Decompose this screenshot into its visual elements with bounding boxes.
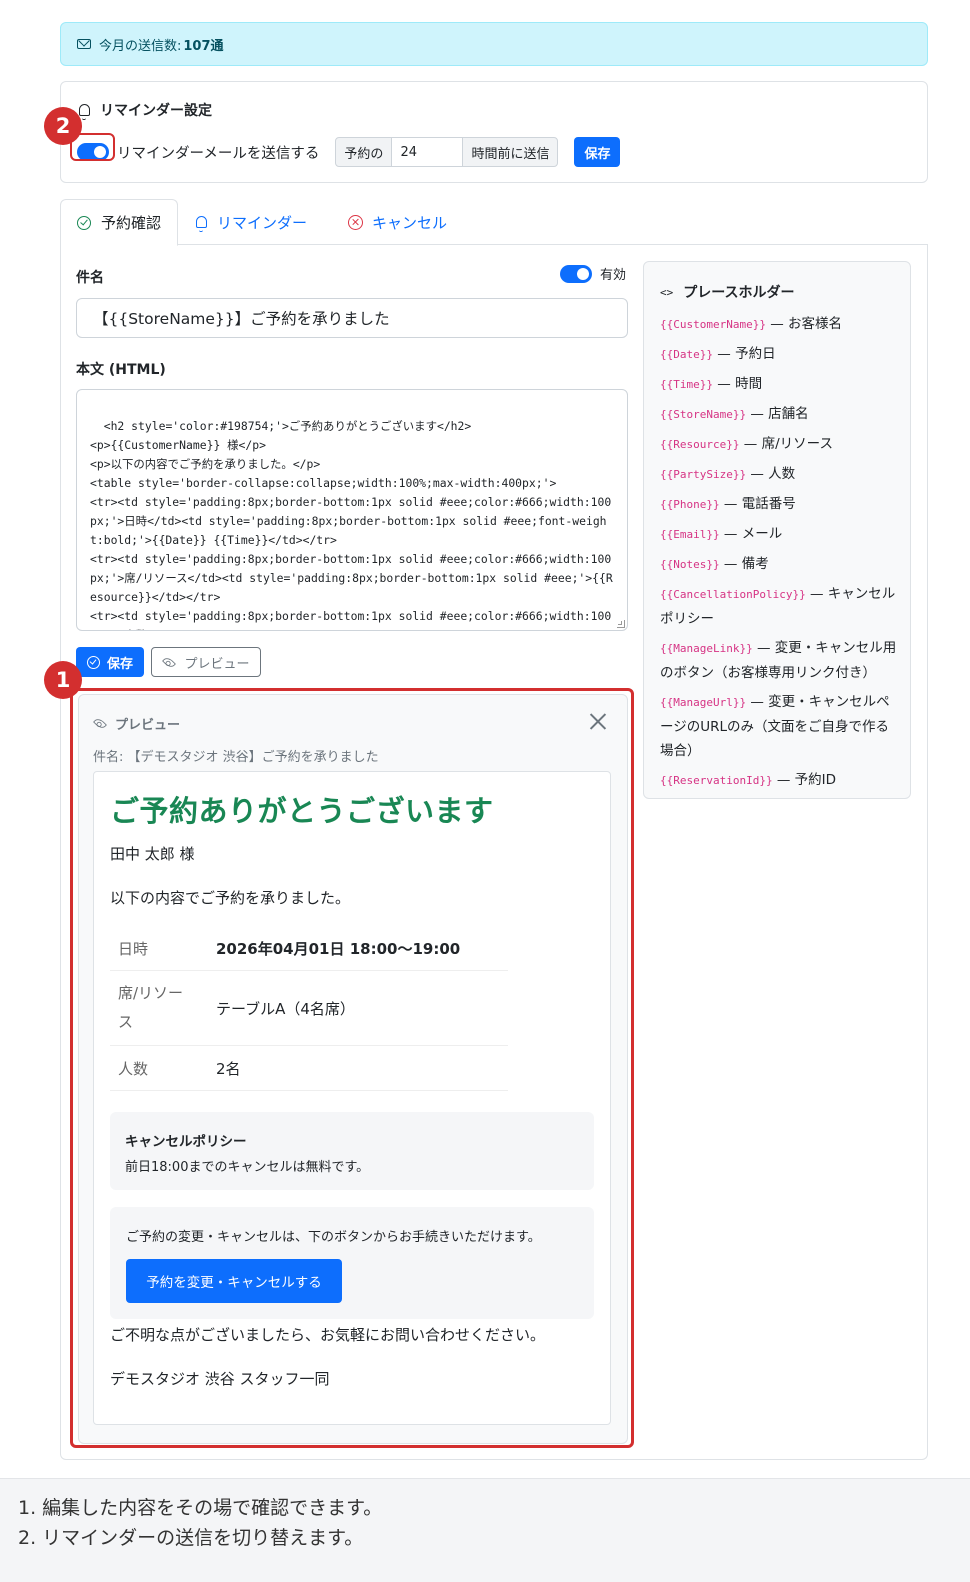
reminder-settings-title: リマインダー設定 [79,100,212,120]
placeholder-code: {{CancellationPolicy}} [660,588,806,601]
bell-icon [196,216,207,232]
placeholder-title: <> プレースホルダー [660,285,795,301]
placeholder-item: {{CustomerName}} — お客様名 [660,312,900,337]
reminder-toggle-label[interactable]: リマインダーメールを送信する [117,142,319,163]
placeholder-item: {{Date}} — 予約日 [660,342,900,367]
template-save-button[interactable]: 保存 [76,647,144,677]
placeholder-code: {{ManageUrl}} [660,696,747,709]
subject-label: 件名 [76,270,104,286]
callout-badge-2: 2 [44,107,82,145]
check-circle-icon [77,215,91,230]
placeholder-desc: — 備考 [719,556,769,572]
placeholder-desc: — 予約ID [772,772,837,788]
placeholder-item: {{ManageLink}} — 変更・キャンセル用のボタン（お客様専用リンク付… [660,636,900,685]
envelope-icon [77,39,91,49]
template-enabled-switch[interactable] [560,264,592,283]
placeholder-desc: — 人数 [746,466,796,482]
placeholder-item: {{Email}} — メール [660,522,900,547]
x-circle-icon [348,214,363,230]
placeholder-desc: — お客様名 [765,316,843,332]
placeholder-desc: — 店舗名 [746,406,809,422]
placeholder-code: {{Time}} [660,378,713,391]
placeholder-code: {{StoreName}} [660,408,747,421]
placeholder-item: {{CancellationPolicy}} — キャンセルポリシー [660,582,900,631]
check-circle-icon [86,655,100,669]
resize-handle[interactable] [617,620,625,628]
placeholder-code: {{Resource}} [660,438,740,451]
template-enabled-label[interactable]: 有効 [600,264,626,283]
placeholder-code: {{PartySize}} [660,468,747,481]
placeholder-list: {{CustomerName}} — お客様名 {{Date}} — 予約日 {{T… [660,312,900,798]
body-label: 本文 (HTML) [76,362,166,378]
placeholder-desc: — 時間 [712,376,763,392]
template-tabs: 予約確認 リマインダー キャンセル [60,199,928,246]
tab-confirmation[interactable]: 予約確認 [60,199,179,246]
placeholder-item: {{ManageUrl}} — 変更・キャンセルページのURLのみ（文面をご自身… [660,690,900,763]
reminder-settings-row: リマインダーメールを送信する 予約の 24 時間前に送信 保存 [77,137,621,167]
monthly-sent-count-alert: 今月の送信数: 107通 [60,22,928,66]
reminder-hours-prefix: 予約の [335,137,393,167]
reminder-settings-card: リマインダー設定 リマインダーメールを送信する 予約の 24 時間前に送信 保存 [60,81,928,183]
placeholder-desc: — 予約日 [712,346,776,362]
placeholder-item: {{Notes}} — 備考 [660,552,900,577]
placeholder-item: {{ReservationId}} — 予約ID [660,768,900,793]
bell-icon [79,104,90,120]
placeholder-desc: — 電話番号 [719,496,796,512]
reminder-hours-input[interactable]: 24 [392,137,463,167]
placeholder-item: {{StoreName}} — 店舗名 [660,402,900,427]
template-enabled: 有効 [560,264,626,283]
placeholder-code: {{CustomerName}} [660,318,766,331]
reminder-hours-group: 予約の 24 時間前に送信 [335,137,559,167]
placeholder-item: {{Resource}} — 席/リソース [660,432,900,457]
tab-cancel[interactable]: キャンセル [348,199,447,245]
placeholder-desc: — 席/リソース [739,436,833,452]
placeholder-code: {{ManageLink}} [660,642,753,655]
preview-button[interactable]: プレビュー [151,647,261,677]
note-1: 1. 編集した内容をその場で確認できます。 [18,1497,383,1519]
eye-icon [162,655,177,669]
callout-badge-1: 1 [44,661,82,699]
placeholder-code: {{Date}} [660,348,713,361]
code-icon: <> [660,285,674,299]
annotation-notes: 1. 編集した内容をその場で確認できます。 2. リマインダーの送信を切り替えま… [0,1478,970,1582]
placeholder-code: {{Phone}} [660,498,720,511]
body-html-textarea[interactable]: <h2 style='color:#198754;'>ご予約ありがとうございます… [76,389,628,631]
placeholder-code: {{Email}} [660,528,720,541]
placeholder-desc: — メール [719,526,783,542]
tab-reminder[interactable]: リマインダー [196,199,307,245]
reminder-hours-suffix: 時間前に送信 [462,137,559,167]
sent-count-value: 107通 [183,38,224,54]
callout-box-1 [70,688,634,1448]
body-html-content: <h2 style='color:#198754;'>ご予約ありがとうございます… [90,419,613,630]
placeholder-item: {{Time}} — 時間 [660,372,900,397]
note-2: 2. リマインダーの送信を切り替えます。 [18,1527,364,1549]
placeholder-code: {{ReservationId}} [660,774,773,787]
placeholder-item: {{Phone}} — 電話番号 [660,492,900,517]
sent-count-label: 今月の送信数: [99,38,182,54]
placeholder-item: {{PartySize}} — 人数 [660,462,900,487]
placeholder-code: {{Notes}} [660,558,720,571]
reminder-save-button[interactable]: 保存 [574,137,621,167]
subject-input[interactable]: 【{{StoreName}}】ご予約を承りました [76,298,628,338]
